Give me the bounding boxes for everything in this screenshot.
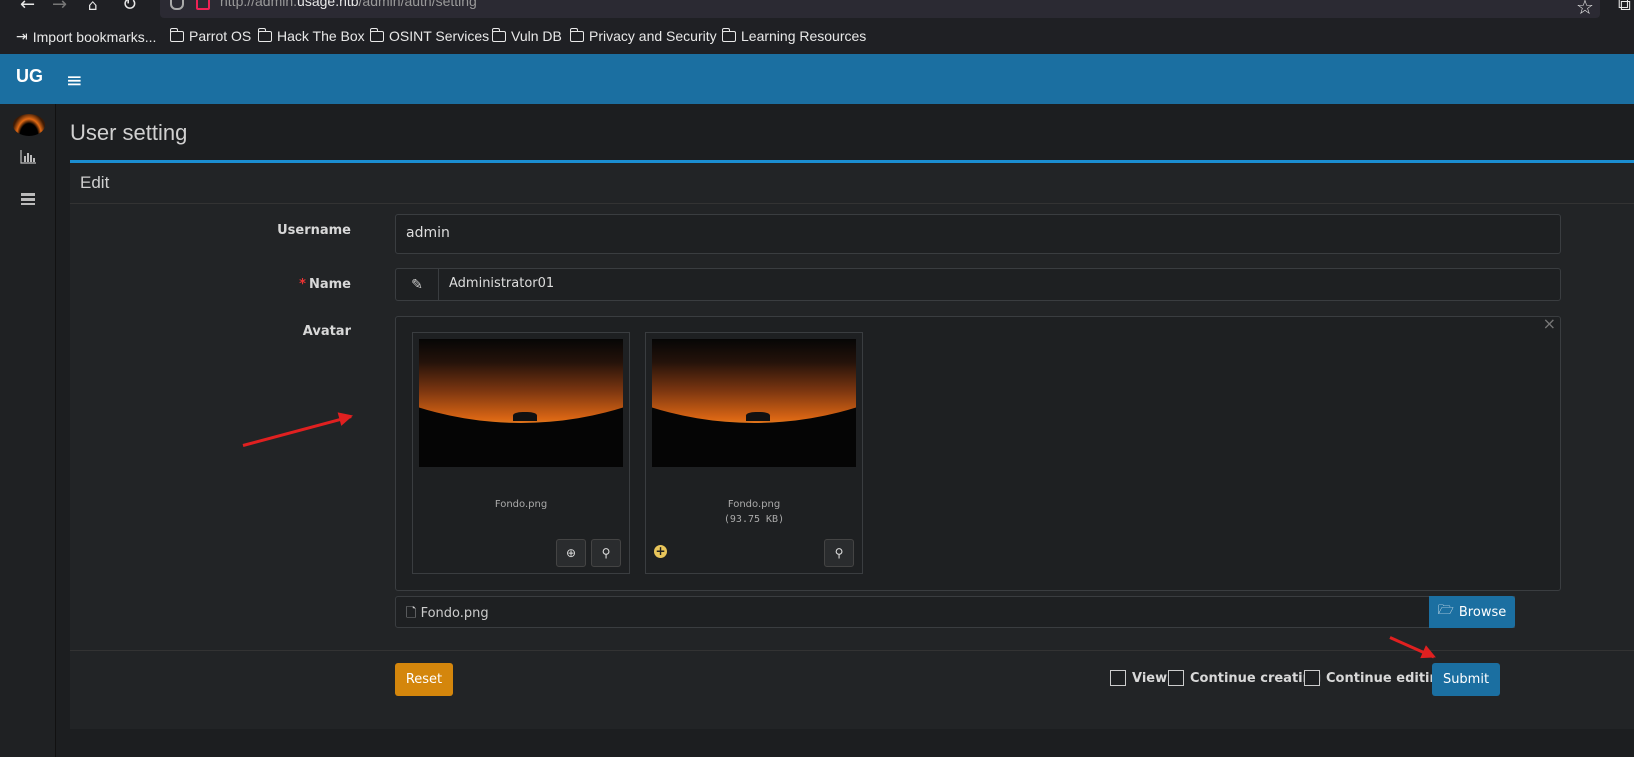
insecure-lock-icon xyxy=(196,0,210,10)
username-label: Username xyxy=(277,223,351,238)
list-icon[interactable] xyxy=(20,192,36,210)
reset-button[interactable]: Reset xyxy=(395,663,453,696)
zoom-icon[interactable]: ⚲ xyxy=(824,539,854,567)
avatar-thumbnail-new: Fondo.png (93.75 KB) + ⚲ xyxy=(645,332,863,574)
required-mark: * xyxy=(299,277,306,292)
back-icon[interactable]: ← xyxy=(20,0,35,14)
folder-icon xyxy=(721,27,736,42)
avatar-filename: Fondo.png xyxy=(727,499,781,510)
checkbox[interactable] xyxy=(1168,670,1184,686)
browser-toolbar: ← → ⌂ ↻ http://admin.usage.htb/admin/aut… xyxy=(0,0,1634,19)
app-logo[interactable]: UG xyxy=(16,66,43,87)
app-header: UG ≡ xyxy=(0,54,1634,104)
folder-icon xyxy=(369,27,384,42)
extensions-icon[interactable]: ⧉ xyxy=(1618,0,1631,15)
bookmark-import[interactable]: ⇥ Import bookmarks... xyxy=(16,28,156,45)
url-bar[interactable]: http://admin.usage.htb/admin/auth/settin… xyxy=(160,0,1600,18)
after-submit-continue-editing[interactable]: Continue editing xyxy=(1304,670,1448,686)
pencil-icon: ✎ xyxy=(396,269,439,300)
avatar-image xyxy=(419,339,623,467)
shield-icon xyxy=(170,0,184,10)
name-value: Administrator01 xyxy=(449,276,555,291)
username-field[interactable]: admin xyxy=(395,214,1561,254)
after-submit-view[interactable]: View xyxy=(1110,670,1167,686)
folder-open-icon: 🗁 xyxy=(1437,603,1454,618)
file-icon: 🗋 xyxy=(406,606,417,621)
avatar-label: Avatar xyxy=(302,324,351,339)
bookmark-learning-resources[interactable]: Learning Resources xyxy=(721,27,866,44)
user-avatar[interactable] xyxy=(13,114,45,136)
checkbox[interactable] xyxy=(1110,670,1126,686)
sidebar xyxy=(0,104,56,757)
bookmark-parrot-os[interactable]: Parrot OS xyxy=(169,27,251,44)
download-icon[interactable]: ⊕ xyxy=(556,539,586,567)
bookmark-vuln-db[interactable]: Vuln DB xyxy=(491,27,562,44)
add-icon[interactable]: + xyxy=(654,545,667,558)
zoom-icon[interactable]: ⚲ xyxy=(591,539,621,567)
name-field[interactable]: ✎ Administrator01 xyxy=(395,268,1561,301)
avatar-preview-area: × Fondo.png ⊕ ⚲ Fondo.png (93.75 KB) + ⚲ xyxy=(395,314,1561,591)
folder-icon xyxy=(169,27,184,42)
close-icon[interactable]: × xyxy=(1543,314,1556,333)
submit-button[interactable]: Submit xyxy=(1432,663,1500,696)
import-icon: ⇥ xyxy=(16,28,28,44)
avatar-thumbnail: Fondo.png ⊕ ⚲ xyxy=(412,332,630,574)
checkbox[interactable] xyxy=(1304,670,1320,686)
bookmarks-bar: ⇥ Import bookmarks... Parrot OS Hack The… xyxy=(0,18,1634,54)
menu-toggle-icon[interactable]: ≡ xyxy=(66,68,83,92)
folder-icon xyxy=(257,27,272,42)
after-submit-continue-creating[interactable]: Continue creating xyxy=(1168,670,1321,686)
home-icon[interactable]: ⌂ xyxy=(88,0,98,14)
avatar-filename: Fondo.png xyxy=(494,499,548,510)
bookmark-star-icon[interactable]: ☆ xyxy=(1576,0,1594,19)
avatar-image xyxy=(652,339,856,467)
divider xyxy=(70,203,1634,204)
bookmark-osint-services[interactable]: OSINT Services xyxy=(369,27,489,44)
reload-icon[interactable]: ↻ xyxy=(122,0,137,14)
bookmark-hack-the-box[interactable]: Hack The Box xyxy=(257,27,365,44)
folder-icon xyxy=(569,27,584,42)
box-title: Edit xyxy=(80,173,110,192)
page-title: User setting xyxy=(70,120,188,145)
folder-icon xyxy=(491,27,506,42)
file-name-input[interactable]: 🗋 Fondo.png xyxy=(395,596,1515,628)
url-text[interactable]: http://admin.usage.htb/admin/auth/settin… xyxy=(220,0,477,9)
divider xyxy=(70,650,1634,651)
bar-chart-icon[interactable] xyxy=(20,150,36,168)
name-label: * Name xyxy=(299,277,351,292)
avatar-filesize: (93.75 KB) xyxy=(723,514,785,525)
browse-button[interactable]: 🗁 Browse xyxy=(1429,596,1515,628)
bookmark-privacy-security[interactable]: Privacy and Security xyxy=(569,27,717,44)
username-value: admin xyxy=(406,225,450,241)
forward-icon[interactable]: → xyxy=(52,0,67,14)
